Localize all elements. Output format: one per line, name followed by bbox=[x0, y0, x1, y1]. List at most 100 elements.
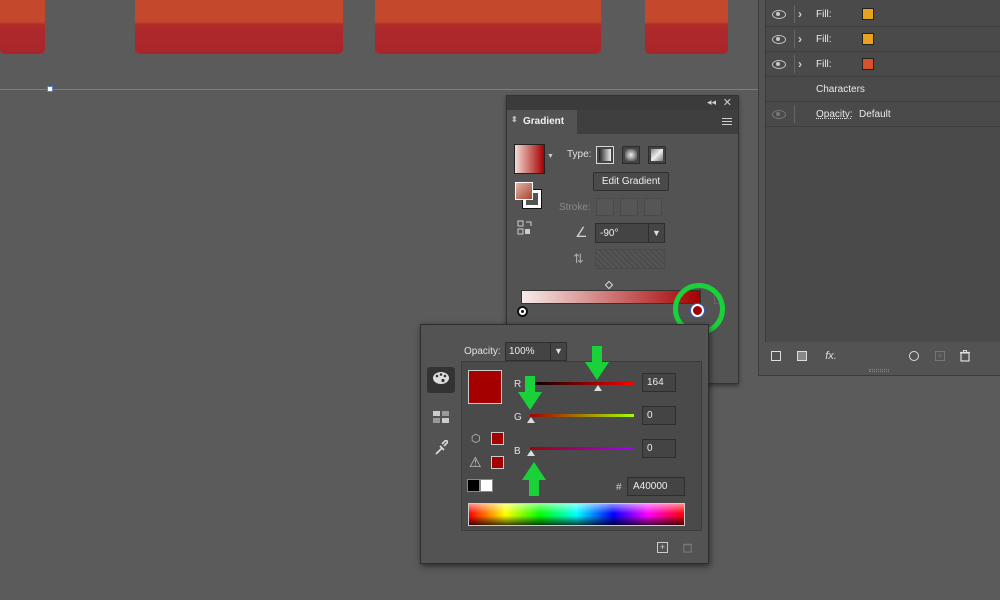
black-swatch[interactable] bbox=[467, 479, 480, 492]
channel-b-value[interactable]: 0 bbox=[647, 443, 653, 454]
eye-icon[interactable] bbox=[772, 59, 786, 69]
fill-swatch[interactable] bbox=[862, 8, 874, 20]
color-spectrum[interactable] bbox=[468, 503, 685, 526]
hex-value[interactable]: A40000 bbox=[633, 481, 667, 492]
channel-b-field[interactable]: 0 bbox=[642, 439, 676, 458]
duplicate-icon[interactable]: + bbox=[935, 351, 945, 361]
channel-g-label: G bbox=[514, 412, 522, 423]
tab-toggle-icon[interactable]: ⬍ bbox=[511, 115, 518, 124]
in-gamut-swatch[interactable] bbox=[491, 456, 504, 469]
tab-gradient[interactable]: ⬍ Gradient bbox=[507, 110, 577, 134]
fill-swatch[interactable] bbox=[862, 33, 874, 45]
opacity-field[interactable]: 100% ▼ bbox=[505, 342, 567, 361]
fill-label: Fill: bbox=[816, 58, 832, 70]
stroke-across-button[interactable] bbox=[644, 198, 662, 216]
row-divider bbox=[794, 105, 795, 123]
appearance-list: › Fill: › Fill: › Fill: Characters Opaci… bbox=[765, 0, 1000, 342]
trash-icon[interactable] bbox=[959, 350, 971, 362]
trash-icon[interactable] bbox=[682, 542, 693, 553]
gradient-preview-swatch[interactable] bbox=[514, 144, 545, 174]
swap-fill-stroke-icon[interactable] bbox=[517, 220, 535, 236]
row-divider bbox=[794, 30, 795, 48]
stroke-within-button[interactable] bbox=[596, 198, 614, 216]
panel-tab-bar: ⬍ Gradient bbox=[507, 110, 738, 134]
artboard-shape-2[interactable] bbox=[135, 0, 343, 54]
channel-g-slider[interactable] bbox=[530, 414, 634, 417]
add-swatch-icon[interactable]: + bbox=[657, 542, 668, 553]
swatches-icon[interactable] bbox=[427, 405, 455, 431]
picker-sidebar bbox=[421, 325, 461, 563]
hex-label: # bbox=[616, 482, 622, 493]
edit-gradient-button[interactable]: Edit Gradient bbox=[593, 172, 669, 191]
channel-b-slider[interactable] bbox=[530, 447, 634, 450]
new-fill-icon[interactable] bbox=[797, 351, 807, 361]
eye-icon[interactable] bbox=[772, 9, 786, 19]
channel-g-thumb[interactable] bbox=[527, 417, 535, 423]
opacity-label[interactable]: Opacity: bbox=[816, 109, 853, 120]
artboard-shape-4[interactable] bbox=[645, 0, 728, 54]
eyedropper-icon[interactable] bbox=[427, 438, 455, 464]
angle-field[interactable]: -90° ▼ bbox=[595, 223, 665, 243]
collapse-icon[interactable]: ◂◂ bbox=[707, 97, 716, 108]
fx-icon[interactable]: fx. bbox=[821, 350, 841, 362]
fill-label: Fill: bbox=[816, 33, 832, 45]
close-icon[interactable]: ✕ bbox=[723, 96, 732, 109]
aspect-ratio-icon: ⇅ bbox=[573, 251, 584, 266]
color-palette-icon[interactable] bbox=[427, 367, 455, 393]
chevron-right-icon[interactable]: › bbox=[798, 57, 802, 71]
chevron-right-icon[interactable]: › bbox=[798, 32, 802, 46]
angle-value[interactable]: -90° bbox=[600, 228, 618, 239]
chevron-down-icon[interactable]: ▼ bbox=[550, 343, 566, 360]
midpoint-diamond[interactable] bbox=[604, 280, 614, 290]
channel-r-thumb[interactable] bbox=[594, 385, 602, 391]
fill-swatch[interactable] bbox=[862, 58, 874, 70]
artboard-shape-3[interactable] bbox=[375, 0, 601, 54]
appearance-fill-row-1[interactable]: › Fill: bbox=[766, 2, 1000, 27]
channel-r-value[interactable]: 164 bbox=[647, 377, 664, 388]
gradient-stop-start[interactable] bbox=[517, 306, 528, 317]
panel-resize-grip[interactable] bbox=[869, 369, 889, 372]
channel-g-field[interactable]: 0 bbox=[642, 406, 676, 425]
opacity-value[interactable]: 100% bbox=[509, 346, 535, 357]
appearance-fill-row-2[interactable]: › Fill: bbox=[766, 27, 1000, 52]
chevron-right-icon[interactable]: › bbox=[798, 7, 802, 21]
opacity-label: Opacity: bbox=[464, 346, 501, 357]
selection-guide-line bbox=[0, 89, 760, 90]
fill-label: Fill: bbox=[816, 8, 832, 20]
appearance-panel: › Fill: › Fill: › Fill: Characters Opaci… bbox=[758, 0, 1000, 376]
fill-swatch[interactable] bbox=[515, 182, 533, 200]
clear-appearance-icon[interactable] bbox=[909, 351, 919, 361]
linear-gradient-button[interactable] bbox=[596, 146, 614, 164]
panel-menu-icon[interactable] bbox=[722, 118, 732, 125]
channel-b-label: B bbox=[514, 446, 521, 457]
artboard-shape-1[interactable] bbox=[0, 0, 45, 54]
chevron-down-icon[interactable]: ▼ bbox=[648, 224, 664, 242]
freeform-gradient-button[interactable] bbox=[648, 146, 666, 164]
anchor-point[interactable] bbox=[47, 86, 53, 92]
appearance-fill-row-3[interactable]: › Fill: bbox=[766, 52, 1000, 77]
appearance-opacity-row[interactable]: Opacity: Default bbox=[766, 102, 1000, 127]
arrow-down-icon bbox=[518, 376, 542, 410]
web-safe-swatch[interactable] bbox=[491, 432, 504, 445]
channel-r-field[interactable]: 164 bbox=[642, 373, 676, 392]
color-picker-popup: Opacity: 100% ▼ ⬡ ⚠ R 164 G 0 B 0 # A400… bbox=[420, 324, 709, 564]
panel-title-bar[interactable]: ◂◂ ✕ bbox=[507, 96, 738, 110]
stroke-along-button[interactable] bbox=[620, 198, 638, 216]
white-swatch[interactable] bbox=[480, 479, 493, 492]
eye-icon[interactable] bbox=[772, 34, 786, 44]
stroke-label: Stroke: bbox=[559, 202, 591, 213]
hex-field[interactable]: A40000 bbox=[627, 477, 685, 496]
channel-r-slider[interactable] bbox=[530, 382, 634, 385]
arrow-up-icon bbox=[522, 462, 546, 496]
warning-icon: ⚠ bbox=[469, 454, 482, 470]
chevron-down-icon[interactable]: ▼ bbox=[547, 153, 554, 160]
eye-icon[interactable] bbox=[772, 109, 786, 119]
new-stroke-icon[interactable] bbox=[771, 351, 781, 361]
radial-gradient-button[interactable] bbox=[622, 146, 640, 164]
arrow-down-icon bbox=[585, 346, 609, 380]
current-color-swatch[interactable] bbox=[468, 370, 502, 404]
appearance-characters-row[interactable]: Characters bbox=[766, 77, 1000, 102]
channel-g-value[interactable]: 0 bbox=[647, 410, 653, 421]
row-divider bbox=[794, 55, 795, 73]
channel-b-thumb[interactable] bbox=[527, 450, 535, 456]
